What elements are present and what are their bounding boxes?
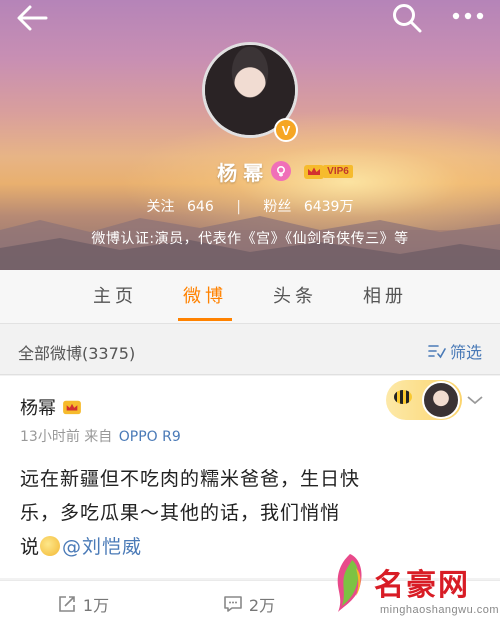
watermark-title: 名豪网 [374, 568, 470, 603]
stats-divider: | [236, 199, 241, 215]
vip-level: VIP6 [323, 164, 353, 178]
following-stat[interactable]: 关注 646 [143, 199, 218, 215]
post-text-line: 远在新疆但不吃肉的糯米爸爸，生日快 [20, 468, 361, 490]
comment-icon [224, 596, 242, 612]
fan-card-thumbnail[interactable] [386, 380, 462, 420]
back-arrow-icon[interactable] [14, 2, 50, 34]
card-avatar [422, 381, 460, 419]
watermark-url: minghaoshangwu.com [380, 604, 500, 616]
post-time: 13小时前 [20, 429, 80, 445]
profile-tabs: 主页 微博 头条 相册 [0, 270, 500, 324]
post-author-name[interactable]: 杨幂 [20, 394, 56, 420]
follow-stats: 关注 646 | 粉丝 6439万 [0, 196, 500, 216]
bee-icon [394, 390, 412, 404]
filter-bar: 全部微博(3375) 筛选 [0, 325, 500, 375]
watermark-logo-icon [337, 554, 362, 612]
crown-icon [304, 165, 325, 179]
repost-icon [59, 596, 75, 612]
vip-crown-icon [63, 400, 81, 415]
name-row: 杨幂 VIP6 [0, 156, 500, 186]
followers-stat[interactable]: 粉丝 6439万 [259, 199, 357, 215]
tab-album[interactable]: 相册 [340, 270, 430, 323]
smile-emoji-icon [40, 536, 61, 556]
post-source-prefix: 来自 [84, 429, 113, 445]
tab-weibo[interactable]: 微博 [160, 270, 250, 323]
vip-badge[interactable]: VIP6 [303, 162, 353, 180]
mention-link[interactable]: @刘恺威 [62, 536, 142, 558]
post-text-line: 乐，多吃瓜果～其他的话，我们悄悄 [20, 502, 341, 524]
female-gender-icon [271, 161, 292, 181]
tab-headlines[interactable]: 头条 [250, 270, 340, 323]
all-posts-count: 全部微博(3375) [18, 344, 136, 363]
search-icon[interactable] [390, 2, 424, 34]
comment-button[interactable]: 2万 [166, 581, 332, 626]
tab-home[interactable]: 主页 [70, 270, 160, 323]
profile-name: 杨幂 [217, 160, 270, 185]
site-watermark: 名豪网 minghaoshangwu.com [330, 546, 500, 626]
post-meta: 13小时前 来自 OPPO R9 [20, 426, 181, 446]
verification-info: 微博认证:演员，代表作《宫》《仙剑奇侠传三》等 [91, 231, 409, 247]
post-source[interactable]: OPPO R9 [119, 429, 181, 445]
post-author[interactable]: 杨幂 [20, 394, 82, 420]
filter-button[interactable]: 筛选 [428, 339, 482, 363]
filter-icon [428, 345, 446, 359]
more-options-icon[interactable] [448, 4, 488, 28]
profile-header: V 杨幂 VIP6 关注 646 | 粉丝 6439万 微博认证:演员，代表作《… [0, 0, 500, 270]
chevron-down-icon[interactable] [466, 394, 484, 406]
repost-button[interactable]: 1万 [0, 581, 166, 626]
verified-badge-icon: V [274, 118, 298, 142]
